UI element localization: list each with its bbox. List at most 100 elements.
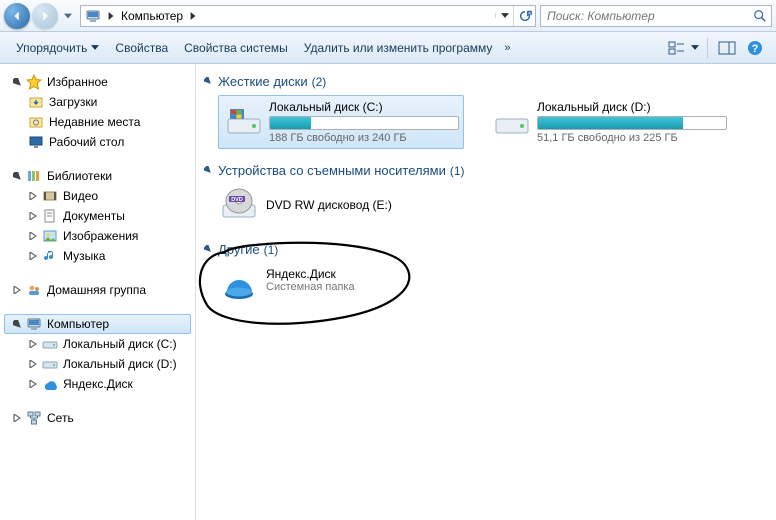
organize-label: Упорядочить	[16, 41, 87, 55]
drive-d-icon	[491, 100, 533, 142]
forward-button[interactable]	[32, 3, 58, 29]
separator	[707, 38, 708, 58]
yandex-disk-item[interactable]: Яндекс.Диск Системная папка	[218, 263, 768, 305]
chevron-down-icon	[91, 45, 99, 50]
tree-favorites[interactable]: Избранное	[4, 72, 191, 92]
dvd-drive[interactable]: DVD DVD RW дисковод (E:)	[218, 184, 768, 226]
search-icon[interactable]	[749, 9, 771, 23]
libraries-icon	[25, 167, 43, 185]
video-icon	[41, 187, 59, 205]
svg-text:DVD: DVD	[231, 197, 243, 203]
expand-icon[interactable]	[27, 210, 39, 222]
tree-desktop[interactable]: Рабочий стол	[4, 132, 191, 152]
tree-libraries[interactable]: Библиотеки	[4, 166, 191, 186]
downloads-icon	[27, 93, 45, 111]
section-title: Устройства со съемными носителями	[218, 163, 446, 178]
section-title: Жесткие диски	[218, 74, 308, 89]
drive-icon	[41, 335, 59, 353]
collapse-icon[interactable]	[11, 170, 23, 182]
collapse-icon[interactable]	[11, 76, 23, 88]
section-removable[interactable]: Устройства со съемными носителями (1)	[204, 163, 768, 178]
preview-pane-button[interactable]	[714, 37, 740, 59]
tree-computer[interactable]: Компьютер	[4, 314, 191, 334]
breadcrumb[interactable]: Компьютер	[80, 5, 536, 27]
star-icon	[25, 73, 43, 91]
tree-label: Сеть	[47, 411, 74, 425]
breadcrumb-computer[interactable]: Компьютер	[117, 9, 187, 23]
music-icon	[41, 247, 59, 265]
toolbar-overflow[interactable]: »	[500, 38, 514, 58]
yandex-disk-icon	[218, 263, 260, 305]
tree-label: Домашняя группа	[47, 283, 146, 297]
history-dropdown[interactable]	[60, 5, 76, 27]
drive-d-free: 51,1 ГБ свободно из 225 ГБ	[537, 132, 727, 144]
yandex-disk-name: Яндекс.Диск	[266, 267, 355, 281]
section-count: (2)	[312, 75, 327, 89]
tree-pictures[interactable]: Изображения	[4, 226, 191, 246]
tree-label: Яндекс.Диск	[63, 377, 133, 391]
expand-icon[interactable]	[27, 338, 39, 350]
navigation-tree: Избранное Загрузки Недавние места Рабочи…	[0, 64, 196, 520]
tree-homegroup[interactable]: Домашняя группа	[4, 280, 191, 300]
expand-icon[interactable]	[27, 190, 39, 202]
drive-c-free: 188 ГБ свободно из 240 ГБ	[269, 132, 459, 144]
drive-c[interactable]: Локальный диск (C:) 188 ГБ свободно из 2…	[218, 95, 464, 149]
breadcrumb-dropdown[interactable]	[495, 13, 513, 18]
expand-icon[interactable]	[27, 250, 39, 262]
view-dropdown[interactable]	[691, 45, 699, 50]
collapse-icon	[204, 77, 214, 87]
tree-label: Локальный диск (D:)	[63, 357, 177, 371]
pictures-icon	[41, 227, 59, 245]
tree-label: Загрузки	[49, 95, 97, 109]
expand-icon[interactable]	[11, 412, 23, 424]
help-button[interactable]: ?	[742, 37, 768, 59]
collapse-icon	[204, 245, 214, 255]
tree-label: Рабочий стол	[49, 135, 124, 149]
expand-icon[interactable]	[11, 284, 23, 296]
main-area: Избранное Загрузки Недавние места Рабочи…	[0, 64, 776, 520]
uninstall-program-button[interactable]: Удалить или изменить программу	[296, 37, 501, 59]
documents-icon	[41, 207, 59, 225]
tree-label: Локальный диск (C:)	[63, 337, 177, 351]
properties-button[interactable]: Свойства	[107, 37, 176, 59]
tree-network[interactable]: Сеть	[4, 408, 191, 428]
expand-icon[interactable]	[27, 230, 39, 242]
tree-label: Компьютер	[47, 317, 109, 331]
drive-c-usage-bar	[269, 116, 459, 130]
system-properties-button[interactable]: Свойства системы	[176, 37, 296, 59]
tree-videos[interactable]: Видео	[4, 186, 191, 206]
tree-recent[interactable]: Недавние места	[4, 112, 191, 132]
breadcrumb-chevron[interactable]	[105, 12, 117, 20]
content-pane: Жесткие диски (2) Локальный диск (C:) 18…	[196, 64, 776, 520]
organize-menu[interactable]: Упорядочить	[8, 37, 107, 59]
view-options-button[interactable]	[665, 37, 691, 59]
network-icon	[25, 409, 43, 427]
drive-d-name: Локальный диск (D:)	[537, 100, 727, 114]
tree-documents[interactable]: Документы	[4, 206, 191, 226]
tree-label: Документы	[63, 209, 125, 223]
computer-icon	[25, 315, 43, 333]
section-hard-disks[interactable]: Жесткие диски (2)	[204, 74, 768, 89]
tree-downloads[interactable]: Загрузки	[4, 92, 191, 112]
refresh-button[interactable]	[513, 6, 535, 26]
collapse-icon[interactable]	[11, 318, 23, 330]
breadcrumb-chevron[interactable]	[187, 12, 199, 20]
drive-d[interactable]: Локальный диск (D:) 51,1 ГБ свободно из …	[486, 95, 732, 149]
section-count: (1)	[450, 164, 465, 178]
search-input[interactable]	[541, 9, 749, 23]
tree-label: Библиотеки	[47, 169, 112, 183]
section-title: Другие	[218, 242, 260, 257]
expand-icon[interactable]	[27, 358, 39, 370]
tree-label: Изображения	[63, 229, 138, 243]
tree-drive-d[interactable]: Локальный диск (D:)	[4, 354, 191, 374]
tree-drive-c[interactable]: Локальный диск (C:)	[4, 334, 191, 354]
toolbar: Упорядочить Свойства Свойства системы Уд…	[0, 32, 776, 64]
back-button[interactable]	[4, 3, 30, 29]
tree-yandex-disk[interactable]: Яндекс.Диск	[4, 374, 191, 394]
tree-label: Видео	[63, 189, 98, 203]
section-other[interactable]: Другие (1)	[204, 242, 768, 257]
yandex-disk-subtitle: Системная папка	[266, 281, 355, 293]
search-box[interactable]	[540, 5, 772, 27]
expand-icon[interactable]	[27, 378, 39, 390]
tree-music[interactable]: Музыка	[4, 246, 191, 266]
